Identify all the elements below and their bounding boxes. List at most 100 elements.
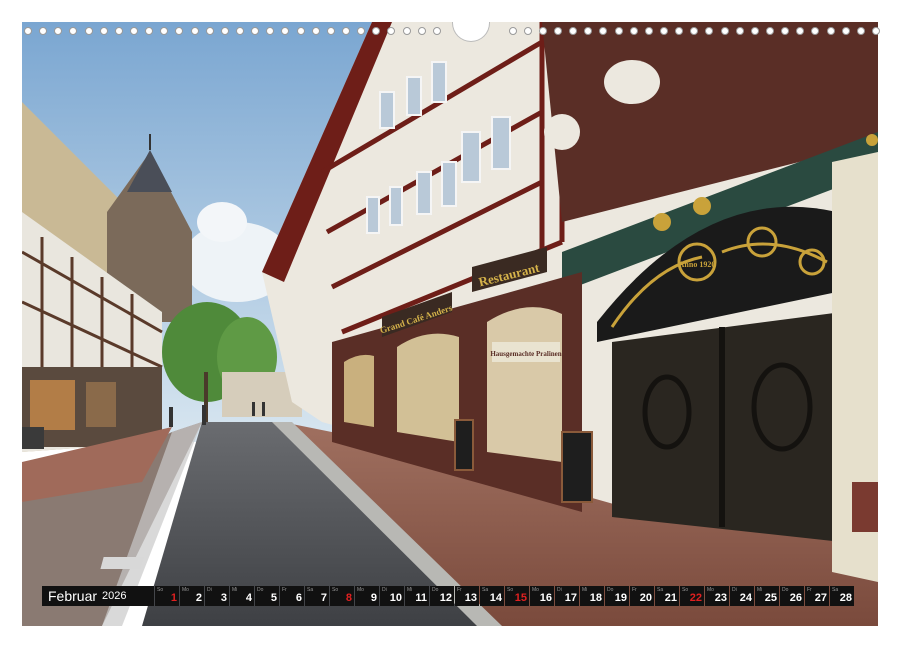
day-cell: Do 19 xyxy=(605,586,629,606)
day-cell: Di 10 xyxy=(380,586,404,606)
day-cell: Sa 7 xyxy=(305,586,329,606)
window-sign: Hausgemachte Pralinen xyxy=(490,350,561,358)
weekday-abbr: Mo xyxy=(707,587,714,593)
day-cell: Do 12 xyxy=(430,586,454,606)
binding-ring xyxy=(781,27,790,35)
binding-ring xyxy=(326,27,335,35)
day-number: 2 xyxy=(195,592,202,604)
day-number: 19 xyxy=(614,592,627,604)
weekday-abbr: Di xyxy=(732,587,737,593)
weekday-abbr: Fr xyxy=(632,587,637,593)
weekday-abbr: Mi xyxy=(232,587,238,593)
day-cell: Sa 14 xyxy=(480,586,504,606)
day-cell: Mo 23 xyxy=(705,586,729,606)
binding-ring xyxy=(735,27,744,35)
binding-ring xyxy=(296,27,305,35)
binding-ring xyxy=(387,27,396,35)
weekday-abbr: Mi xyxy=(582,587,588,593)
day-number: 7 xyxy=(320,592,327,604)
binding-ring xyxy=(841,27,850,35)
day-number: 13 xyxy=(464,592,477,604)
binding-ring xyxy=(281,27,290,35)
day-cell: Mi 25 xyxy=(755,586,779,606)
day-number: 27 xyxy=(814,592,827,604)
day-cell: So 8 xyxy=(330,586,354,606)
day-number: 28 xyxy=(839,592,852,604)
street-photo: Hausgemachte Pralinen Restaurant Grand C… xyxy=(22,22,878,626)
weekday-abbr: Do xyxy=(257,587,264,593)
binding-ring xyxy=(372,27,381,35)
day-number: 10 xyxy=(389,592,402,604)
day-number: 3 xyxy=(220,592,227,604)
binding-ring xyxy=(69,27,78,35)
day-number: 15 xyxy=(514,592,527,604)
day-number: 8 xyxy=(345,592,352,604)
binding-ring xyxy=(220,27,229,35)
day-cell: Mi 18 xyxy=(580,586,604,606)
day-cell: So 22 xyxy=(680,586,704,606)
binding-ring xyxy=(554,27,562,35)
day-number: 25 xyxy=(764,592,777,604)
binding-ring xyxy=(599,27,608,35)
weekday-abbr: Fr xyxy=(807,587,812,593)
day-number: 1 xyxy=(170,592,177,604)
binding-ring xyxy=(811,27,820,35)
day-number: 5 xyxy=(270,592,277,604)
day-number: 6 xyxy=(295,592,302,604)
weekday-abbr: Mo xyxy=(357,587,364,593)
binding-ring xyxy=(114,27,123,35)
menu-board xyxy=(561,431,593,503)
month-label: Februar 2026 xyxy=(42,586,154,606)
day-cell: Fr 13 xyxy=(455,586,479,606)
day-cell: Di 24 xyxy=(730,586,754,606)
day-number: 11 xyxy=(415,592,427,604)
binding-ring xyxy=(432,27,441,35)
weekday-abbr: So xyxy=(157,587,164,593)
day-number: 26 xyxy=(789,592,802,604)
day-cell: Mo 2 xyxy=(180,586,204,606)
day-cell: Mo 9 xyxy=(355,586,379,606)
weekday-abbr: So xyxy=(332,587,339,593)
weekday-abbr: Di xyxy=(207,587,212,593)
binding-ring xyxy=(538,27,547,35)
binding-ring xyxy=(311,27,320,35)
binding-ring xyxy=(236,27,244,35)
binding-ring xyxy=(357,27,366,35)
day-cell: Di 17 xyxy=(555,586,579,606)
binding-ring xyxy=(826,27,835,35)
binding-ring xyxy=(766,27,774,35)
day-number: 23 xyxy=(714,592,727,604)
binding-ring xyxy=(342,27,350,35)
street-scene: Hausgemachte Pralinen Restaurant Grand C… xyxy=(22,22,878,626)
day-cell: Mi 4 xyxy=(230,586,254,606)
binding-ring xyxy=(145,27,154,35)
hanger-cutout xyxy=(452,22,490,42)
binding-ring xyxy=(417,27,426,35)
binding-ring xyxy=(675,27,684,35)
binding-ring xyxy=(54,27,63,35)
weekday-abbr: Mi xyxy=(757,587,763,593)
weekday-abbr: Do xyxy=(782,587,789,593)
day-number: 22 xyxy=(689,592,702,604)
binding-ring xyxy=(750,27,759,35)
month-name: Februar xyxy=(48,588,98,604)
weekday-abbr: Sa xyxy=(307,587,314,593)
binding-ring xyxy=(84,27,93,35)
day-cell: Fr 20 xyxy=(630,586,654,606)
day-number: 17 xyxy=(564,592,577,604)
binding-ring xyxy=(508,27,517,35)
binding-ring xyxy=(584,27,593,35)
day-number: 12 xyxy=(439,592,452,604)
weekday-abbr: Mi xyxy=(407,587,413,593)
day-cell: Do 26 xyxy=(780,586,804,606)
binding-ring xyxy=(266,27,275,35)
binding-ring xyxy=(856,27,865,35)
binding-ring xyxy=(660,27,668,35)
binding-ring xyxy=(523,27,532,35)
binding-ring xyxy=(175,27,184,35)
day-cell: Sa 28 xyxy=(830,586,854,606)
day-cell: Fr 6 xyxy=(280,586,304,606)
binding-ring xyxy=(99,27,108,35)
weekday-abbr: So xyxy=(507,587,514,593)
day-number: 16 xyxy=(539,592,552,604)
